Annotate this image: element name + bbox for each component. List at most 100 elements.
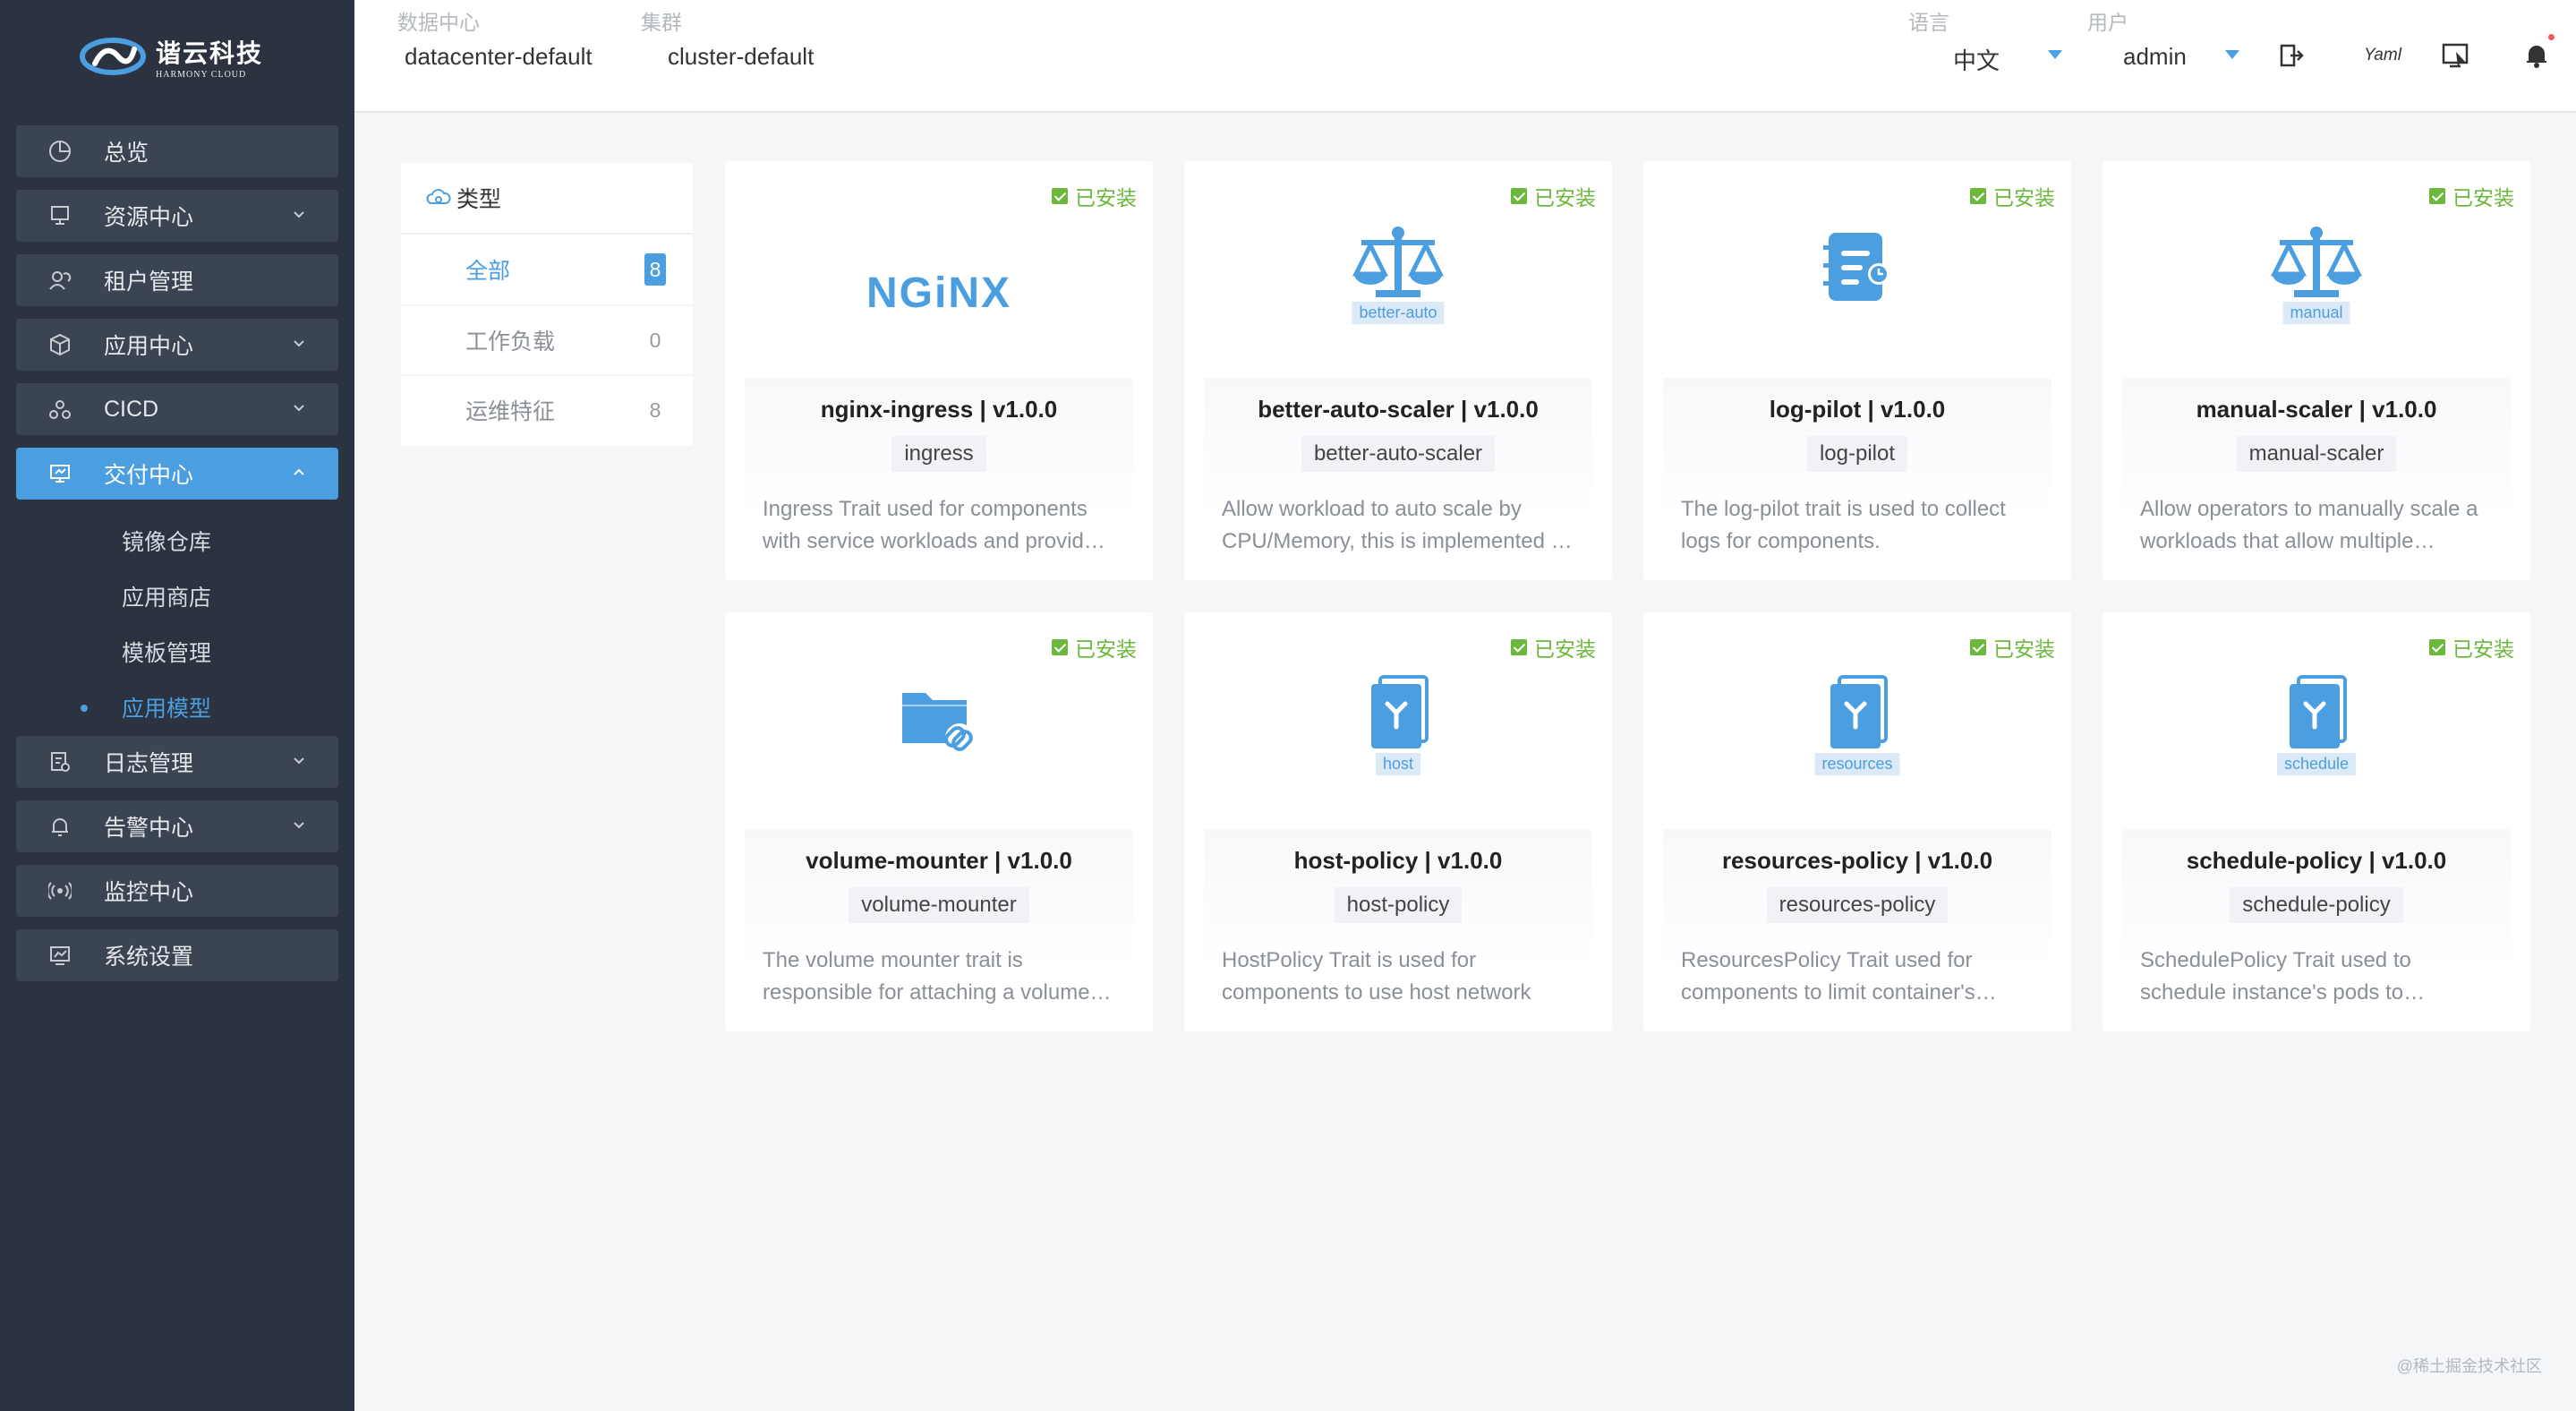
sidebar-item-alerts[interactable]: 告警中心: [16, 800, 338, 852]
sidebar-item-delivery[interactable]: 交付中心: [16, 448, 338, 500]
sidebar-item-label: 资源中心: [104, 205, 194, 230]
brand-name: 谐云科技: [156, 38, 264, 67]
card-title: resources-policy | v1.0.0: [1721, 847, 1993, 874]
cube-icon: [47, 331, 73, 358]
filter-option-label: 运维特征: [465, 399, 556, 424]
installed-label: 已安装: [1993, 186, 2055, 210]
bell-icon: [47, 813, 73, 840]
logout-icon[interactable]: [2275, 39, 2307, 72]
sidebar-item-settings[interactable]: 系统设置: [16, 929, 338, 981]
icon-tag: resources: [1814, 753, 1900, 775]
sidebar-item-tenants[interactable]: 租户管理: [16, 254, 338, 306]
filter-option-workload[interactable]: 工作负载 0: [401, 304, 693, 374]
filter-option-trait[interactable]: 运维特征 8: [401, 374, 693, 444]
folder-link-icon: [902, 693, 974, 752]
sidebar-item-cicd[interactable]: CICD: [16, 383, 338, 435]
installed-label: 已安装: [1534, 186, 1596, 210]
user-select[interactable]: admin: [2123, 43, 2187, 71]
card-title: volume-mounter | v1.0.0: [806, 847, 1072, 874]
icon-tag: schedule: [2276, 753, 2357, 775]
filter-header: 类型: [401, 163, 693, 235]
datacenter-select[interactable]: datacenter-default: [405, 43, 593, 71]
installed-label: 已安装: [2452, 637, 2514, 661]
active-dot: [81, 705, 88, 712]
sidebar-item-resources[interactable]: 资源中心: [16, 190, 338, 242]
language-select[interactable]: 中文: [1953, 43, 2000, 76]
trait-card-better-auto-scaler[interactable]: 已安装 better-auto better-auto-scaler | v1.…: [1184, 161, 1612, 580]
user-caret-icon[interactable]: [2225, 50, 2239, 59]
nginx-logo: NGiNX: [866, 269, 1011, 317]
chevron-down-icon: [294, 211, 304, 218]
chevron-down-icon: [294, 405, 304, 412]
card-description: SchedulePolicy Trait used to schedule in…: [2140, 948, 2411, 1005]
sidebar-subitem-image-registry[interactable]: 镜像仓库: [122, 525, 211, 557]
installed-badge: 已安装: [1511, 632, 1596, 663]
sidebar-item-apps[interactable]: 应用中心: [16, 319, 338, 371]
installed-badge: 已安装: [1970, 632, 2055, 663]
sidebar-item-label: 告警中心: [104, 816, 194, 841]
top-header: 数据中心 datacenter-default 集群 cluster-defau…: [354, 0, 2576, 113]
icon-tag: better-auto: [1352, 302, 1445, 324]
users-icon: [47, 267, 73, 294]
sidebar-subitem-app-store[interactable]: 应用商店: [122, 580, 211, 612]
sidebar-item-monitoring[interactable]: 监控中心: [16, 865, 338, 917]
trait-card-resources-policy[interactable]: 已安装 resources resources-policy | v1.0.0 …: [1643, 612, 2071, 1031]
card-description: The volume mounter trait is responsible …: [763, 948, 1114, 1005]
check-icon: [1970, 639, 1986, 655]
book-icon: [1830, 675, 1888, 748]
user-label: 用户: [2087, 11, 2128, 34]
trait-card-log-pilot[interactable]: 已安装 log-pilot | v1.0.0 log-pilot The log…: [1643, 161, 2071, 580]
scale-icon: [2270, 227, 2363, 297]
check-icon: [1052, 639, 1068, 655]
watermark: @稀土掘金技术社区: [2396, 1357, 2542, 1375]
installed-badge: 已安装: [1052, 181, 1137, 211]
chevron-down-icon: [294, 757, 304, 765]
sidebar-item-logs[interactable]: 日志管理: [16, 736, 338, 788]
filter-option-all[interactable]: 全部 8: [401, 235, 693, 304]
book-icon: [2290, 675, 2347, 748]
card-description: HostPolicy Trait is used for components …: [1222, 948, 1531, 1005]
chevron-down-icon: [294, 340, 304, 347]
filter-title: 类型: [456, 187, 502, 212]
card-description: Ingress Trait used for components with s…: [763, 497, 1107, 553]
sidebar-subitem-app-model[interactable]: 应用模型: [122, 691, 211, 723]
trait-card-host-policy[interactable]: 已安装 host host-policy | v1.0.0 host-polic…: [1184, 612, 1612, 1031]
trait-card-volume-mounter[interactable]: 已安装 volume-mounter | v1.0.0 volume-mount…: [725, 612, 1153, 1031]
icon-tag: manual: [2282, 302, 2350, 324]
monitor-icon: [47, 460, 73, 487]
card-title: better-auto-scaler | v1.0.0: [1258, 396, 1539, 423]
sidebar-item-label: 交付中心: [104, 463, 194, 488]
trait-card-schedule-policy[interactable]: 已安装 schedule schedule-policy | v1.0.0 sc…: [2103, 612, 2530, 1031]
language-label: 语言: [1908, 11, 1949, 34]
trait-card-manual-scaler[interactable]: 已安装 manual manual-scaler | v1.0.0 manual…: [2103, 161, 2530, 580]
notification-bell-icon[interactable]: [2521, 34, 2555, 72]
sidebar-item-label: 系统设置: [104, 945, 194, 970]
sidebar-item-label: 总览: [104, 141, 149, 166]
signal-icon: [47, 877, 73, 904]
card-tag: host-policy: [1334, 887, 1463, 923]
cluster-select[interactable]: cluster-default: [668, 43, 814, 71]
card-tag: better-auto-scaler: [1301, 436, 1496, 472]
sidebar-item-overview[interactable]: 总览: [16, 125, 338, 177]
screen-cursor-icon[interactable]: [2440, 39, 2472, 72]
brand-name-en: HARMONY CLOUD: [156, 69, 247, 80]
card-description: The log-pilot trait is used to collect l…: [1681, 497, 2006, 553]
log-document-icon: [1823, 233, 1889, 301]
yaml-icon[interactable]: Yaml: [2358, 39, 2408, 72]
sidebar-subitem-templates[interactable]: 模板管理: [122, 636, 211, 668]
sidebar: 谐云科技 HARMONY CLOUD 总览 资源中心 租户管理 应用中心 CIC…: [0, 0, 354, 1411]
card-tag: resources-policy: [1766, 887, 1949, 923]
sidebar-item-label: 日志管理: [104, 751, 194, 776]
card-title: schedule-policy | v1.0.0: [2186, 847, 2447, 874]
installed-badge: 已安装: [1052, 632, 1137, 663]
trait-card-nginx-ingress[interactable]: 已安装 NGiNX nginx-ingress | v1.0.0 ingress…: [725, 161, 1153, 580]
card-tag: schedule-policy: [2230, 887, 2403, 923]
sidebar-item-label: 租户管理: [104, 269, 194, 295]
book-icon: [1371, 675, 1429, 748]
card-tag: volume-mounter: [849, 887, 1029, 923]
installed-label: 已安装: [1534, 637, 1596, 661]
language-caret-icon[interactable]: [2048, 50, 2062, 59]
installed-badge: 已安装: [1970, 181, 2055, 211]
brand-logo[interactable]: 谐云科技 HARMONY CLOUD: [0, 0, 354, 113]
filter-count-badge: 8: [649, 398, 661, 422]
